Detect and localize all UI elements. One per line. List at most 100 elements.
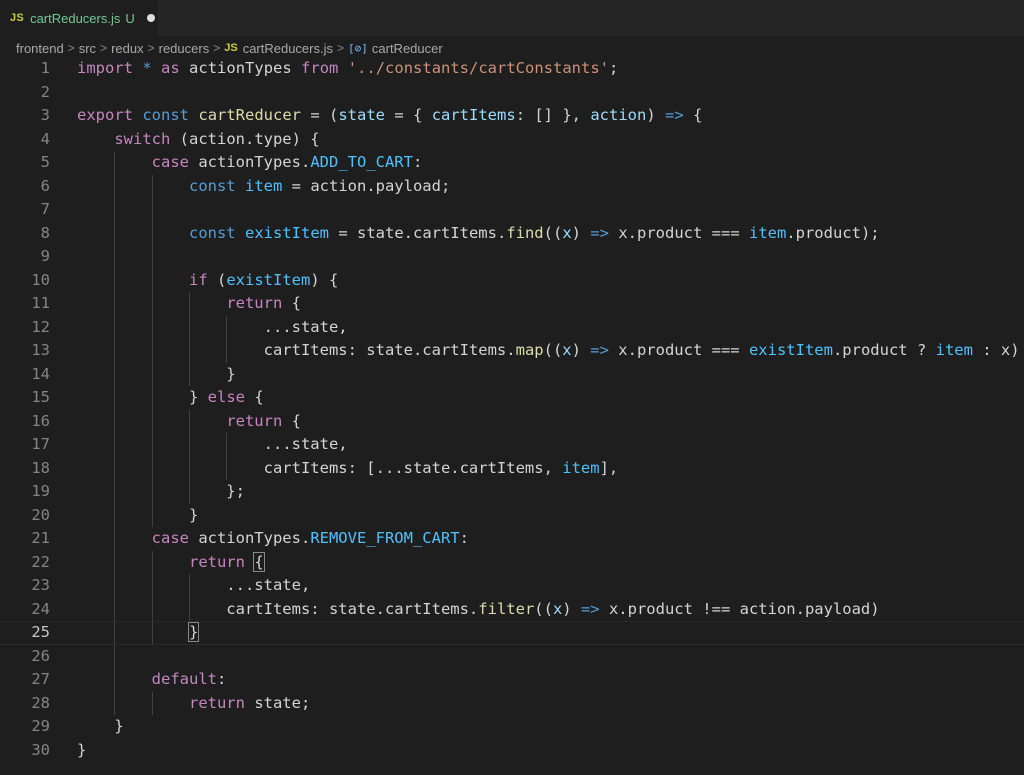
code-text: ...state, [77, 316, 348, 340]
code-editor[interactable]: 1 import * as actionTypes from '../consta… [0, 57, 1024, 775]
code-line[interactable]: 22 return { [0, 551, 1024, 575]
breadcrumb-file[interactable]: cartReducers.js [243, 41, 333, 56]
code-token: state [338, 106, 386, 124]
code-line[interactable]: 1 import * as actionTypes from '../consta… [0, 57, 1024, 81]
code-token: (( [543, 341, 563, 359]
code-token: REMOVE_FROM_CART [310, 529, 460, 547]
code-line[interactable]: 10 if (existItem) { [0, 269, 1024, 293]
code-line[interactable]: 16 return { [0, 410, 1024, 434]
code-token: case [151, 529, 189, 547]
code-token: } [77, 388, 208, 406]
code-text: return state; [77, 692, 310, 716]
code-token: item [245, 176, 283, 195]
code-line[interactable]: 17 ...state, [0, 433, 1024, 457]
code-token: switch [114, 129, 171, 148]
code-token: '../constants/cartConstants' [347, 59, 609, 77]
code-token: return [188, 552, 245, 571]
code-line[interactable]: 18 cartItems: [...state.cartItems, item]… [0, 457, 1024, 481]
line-number: 22 [31, 552, 50, 571]
git-status-badge: U [125, 10, 135, 26]
code-line[interactable]: 25 } [0, 621, 1024, 645]
code-token: import [77, 59, 133, 77]
code-line[interactable]: 11 return { [0, 292, 1024, 316]
code-line[interactable]: 3 export const cartReducer = (state = { c… [0, 104, 1024, 128]
code-token: { [282, 294, 301, 312]
variable-symbol-icon: [⊘] [348, 41, 368, 55]
code-token: default [151, 670, 217, 688]
code-text: case actionTypes.ADD_TO_CART: [77, 151, 423, 175]
breadcrumb-reducers[interactable]: reducers [159, 41, 210, 56]
code-text: switch (action.type) { [77, 128, 320, 152]
code-line[interactable]: 14 } [0, 363, 1024, 387]
code-text: ...state, [77, 433, 348, 457]
unsaved-dot-icon[interactable] [146, 14, 155, 22]
line-number: 28 [31, 693, 50, 712]
code-token: from [301, 59, 339, 77]
line-number: 27 [31, 670, 50, 688]
line-number: 7 [40, 200, 50, 218]
breadcrumb-redux[interactable]: redux [111, 41, 144, 56]
code-line[interactable]: 28 return state; [0, 692, 1024, 716]
code-text: }; [77, 480, 245, 504]
code-token: }; [77, 482, 245, 500]
line-number: 23 [31, 576, 50, 594]
code-line[interactable]: 30} [0, 739, 1024, 763]
line-number: 10 [31, 270, 50, 289]
code-line[interactable]: 5 case actionTypes.ADD_TO_CART: [0, 151, 1024, 175]
line-number: 9 [40, 247, 50, 265]
code-line[interactable]: 19 }; [0, 480, 1024, 504]
code-line[interactable]: 7 [0, 198, 1024, 222]
javascript-file-icon: JS [224, 42, 238, 54]
line-number: 18 [31, 458, 50, 477]
code-token: ) [571, 341, 591, 359]
code-line[interactable]: 26 [0, 645, 1024, 669]
chevron-right-icon: > [337, 41, 345, 55]
line-number: 8 [40, 223, 50, 242]
code-line[interactable]: 2 [0, 81, 1024, 105]
code-line[interactable]: 15 } else { [0, 386, 1024, 410]
code-line[interactable]: 9 [0, 245, 1024, 269]
line-number: 30 [31, 740, 50, 759]
code-text: } else { [77, 386, 264, 410]
code-line[interactable]: 27 default: [0, 668, 1024, 692]
code-line[interactable]: 20 } [0, 504, 1024, 528]
chevron-right-icon: > [100, 41, 108, 55]
code-line[interactable]: 8 const existItem = state.cartItems.find… [0, 222, 1024, 246]
code-token: { [282, 411, 301, 430]
code-token: x.product !== action.payload) [599, 599, 880, 618]
breadcrumb-src[interactable]: src [79, 41, 96, 56]
code-text: import * as actionTypes from '../constan… [77, 57, 618, 81]
code-token: } [77, 505, 199, 524]
breadcrumb-symbol[interactable]: cartReducer [372, 41, 443, 56]
code-token: else [207, 388, 245, 406]
code-line[interactable]: 13 cartItems: state.cartItems.map((x) =>… [0, 339, 1024, 363]
code-line[interactable]: 24 cartItems: state.cartItems.filter((x)… [0, 598, 1024, 622]
code-line[interactable]: 4 switch (action.type) { [0, 128, 1024, 152]
code-line[interactable]: 29 } [0, 715, 1024, 739]
line-number: 4 [40, 129, 50, 148]
line-number: 20 [31, 505, 50, 524]
code-line[interactable]: 21 case actionTypes.REMOVE_FROM_CART: [0, 527, 1024, 551]
code-token: (action.type) { [170, 129, 320, 148]
line-number: 16 [31, 411, 50, 430]
code-token: cartItems: [...state.cartItems, [77, 458, 563, 477]
code-line[interactable]: 23 ...state, [0, 574, 1024, 598]
line-number: 1 [40, 59, 50, 77]
code-line[interactable]: 12 ...state, [0, 316, 1024, 340]
line-number: 29 [31, 717, 50, 735]
code-token: as [161, 59, 180, 77]
code-line[interactable]: 6 const item = action.payload; [0, 175, 1024, 199]
code-token: = { [385, 106, 432, 124]
code-token: x.product === [609, 223, 749, 242]
breadcrumb-frontend[interactable]: frontend [16, 41, 64, 56]
line-number: 15 [31, 388, 50, 406]
tab-cartreducers[interactable]: JS cartReducers.js U [0, 0, 158, 36]
line-number: 21 [31, 529, 50, 547]
code-token: : [412, 153, 423, 171]
